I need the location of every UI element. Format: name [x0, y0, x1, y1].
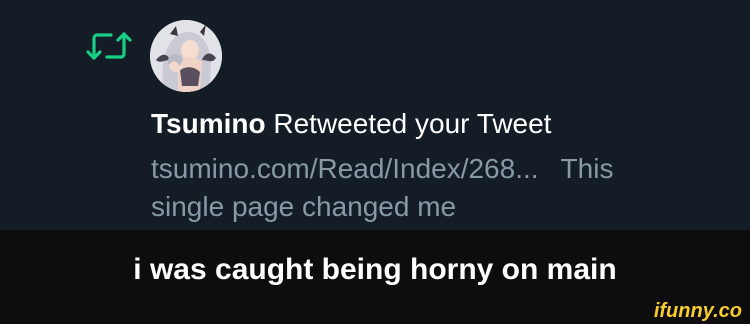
tweet-text-start: This [560, 153, 614, 184]
notification-headline: Tsumino Retweeted your Tweet [151, 106, 551, 142]
user-name[interactable]: Tsumino [151, 108, 266, 139]
ifunny-watermark: ifunny.co [653, 300, 742, 322]
meme-caption-bar: i was caught being horny on main ifunny.… [0, 230, 750, 324]
tweet-text[interactable]: tsumino.com/Read/Index/268... This single… [151, 150, 711, 226]
retweet-notification[interactable]: Tsumino Retweeted your Tweet tsumino.com… [0, 0, 750, 230]
avatar[interactable] [150, 20, 222, 92]
retweet-icon [84, 28, 134, 64]
tweet-link[interactable]: tsumino.com/Read/Index/268... [151, 153, 539, 184]
tweet-text-rest: single page changed me [151, 191, 457, 222]
meme-caption: i was caught being horny on main [133, 253, 617, 286]
action-text: Retweeted your Tweet [273, 108, 552, 139]
